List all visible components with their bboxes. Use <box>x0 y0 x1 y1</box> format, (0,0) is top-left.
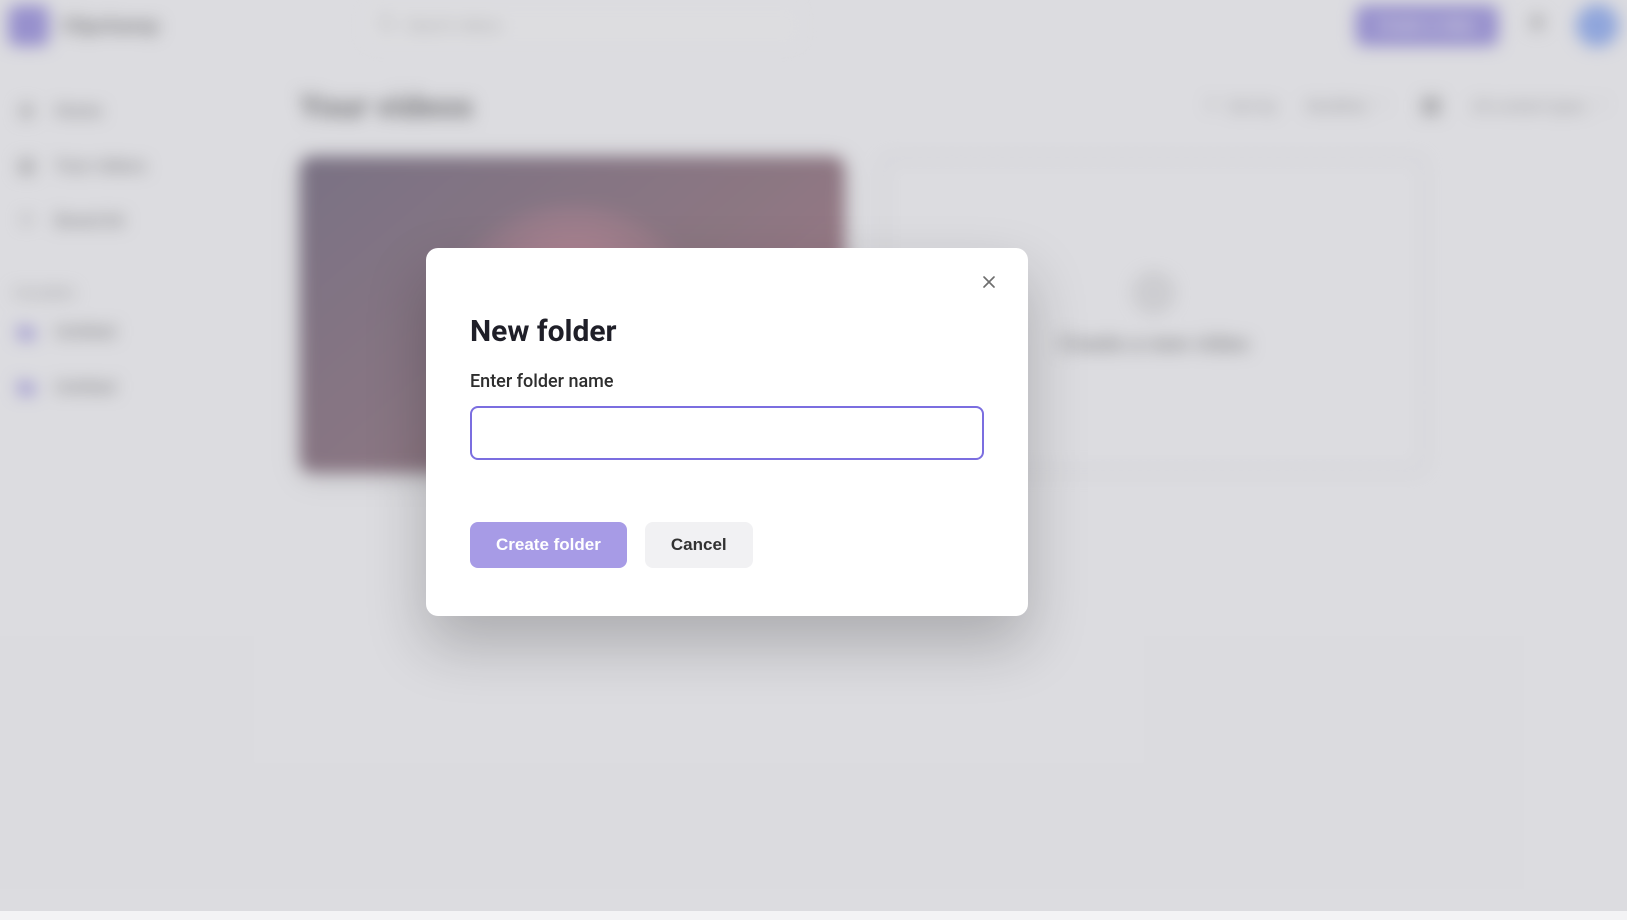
close-icon <box>979 272 999 295</box>
close-button[interactable] <box>972 266 1006 300</box>
create-folder-button[interactable]: Create folder <box>470 522 627 568</box>
modal-title: New folder <box>470 314 984 349</box>
new-folder-modal: New folder Enter folder name Create fold… <box>426 248 1028 616</box>
modal-input-label: Enter folder name <box>470 371 984 392</box>
cancel-button[interactable]: Cancel <box>645 522 753 568</box>
folder-name-input[interactable] <box>470 406 984 460</box>
modal-actions: Create folder Cancel <box>470 522 984 568</box>
